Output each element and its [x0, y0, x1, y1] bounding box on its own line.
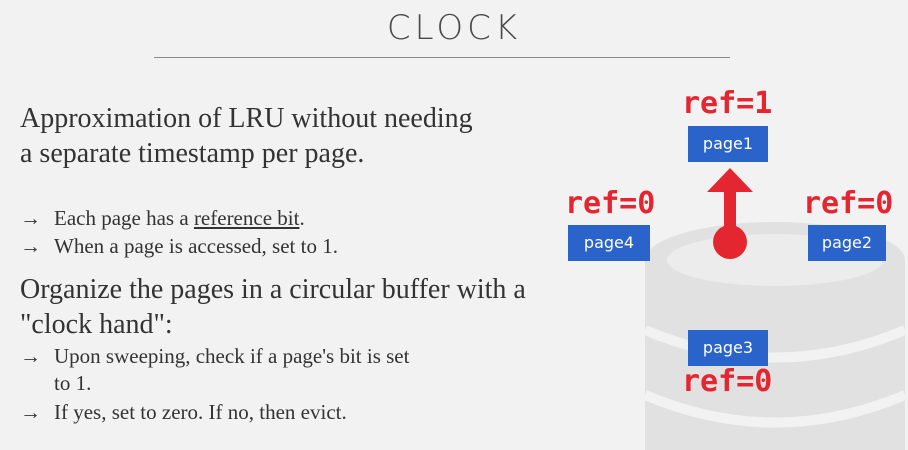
- slide-title: CLOCK: [386, 8, 522, 48]
- arrow-icon: →: [20, 344, 41, 368]
- page4-ref-label: ref=0: [565, 186, 656, 221]
- paragraph-lru-approximation: Approximation of LRU without needing a s…: [20, 103, 473, 169]
- arrow-icon: →: [20, 234, 41, 258]
- bullet-text: If yes, set to zero. If no, then evict.: [54, 400, 347, 424]
- page3-box: page3: [688, 330, 768, 366]
- bullet-sweeping: → Upon sweeping, check if a page's bit is…: [20, 343, 409, 397]
- paragraph-circular-buffer: Organize the pages in a circular buffer …: [20, 274, 526, 340]
- page1-ref-label: ref=1: [682, 86, 773, 121]
- bullet-text: When a page is accessed, set to 1.: [54, 234, 338, 258]
- title-divider: [154, 57, 730, 58]
- clock-hand-icon: [707, 168, 753, 259]
- bullet-text: Each page has a: [54, 206, 194, 230]
- bullet-text-suffix: .: [299, 206, 305, 230]
- page3-ref-label: ref=0: [682, 364, 773, 399]
- bullet-text: Upon sweeping, check if a page's bit is …: [54, 344, 410, 368]
- arrow-icon: →: [20, 206, 41, 230]
- page2-ref-label: ref=0: [803, 186, 894, 221]
- bullet-evict: → If yes, set to zero. If no, then evict.: [20, 399, 347, 426]
- bullet-text-continued: to 1.: [54, 371, 92, 395]
- arrow-icon: →: [20, 400, 41, 424]
- reference-bit-term: reference bit: [193, 206, 300, 230]
- bullet-accessed: → When a page is accessed, set to 1.: [20, 233, 338, 260]
- page1-box: page1: [688, 126, 768, 162]
- page2-box: page2: [808, 225, 886, 261]
- bullet-reference-bit: → Each page has a reference bit.: [20, 205, 305, 232]
- page4-box: page4: [568, 225, 650, 261]
